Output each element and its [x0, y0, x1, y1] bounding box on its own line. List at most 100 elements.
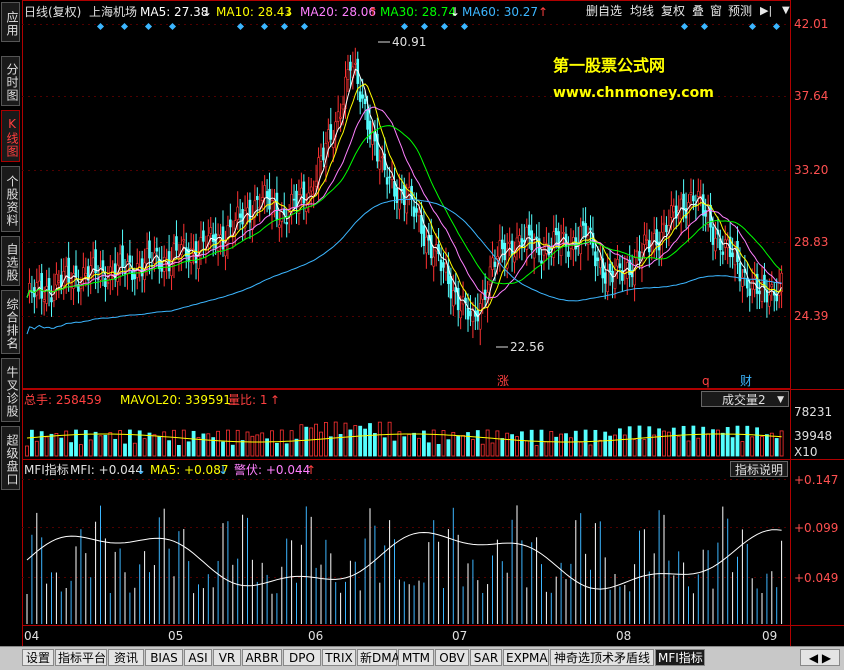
- tab-7[interactable]: DPO: [283, 649, 321, 666]
- ma10-legend: MA10: 28.43: [216, 5, 292, 19]
- svg-text:08: 08: [616, 629, 631, 643]
- tab-5[interactable]: VR: [213, 649, 241, 666]
- sidebar-item-stock-info[interactable]: 个股资料: [1, 166, 20, 232]
- svg-text:06: 06: [308, 629, 323, 643]
- sidebar-item-watchlist[interactable]: 自选股: [1, 236, 20, 286]
- volume-ma-legend: MAVOL20: 339591: [120, 393, 231, 407]
- volume-bars: [25, 421, 784, 457]
- tab-6[interactable]: ARBR: [242, 649, 282, 666]
- volume-ratio-arrow-icon: ↑: [270, 393, 280, 407]
- volume-tick: X10: [794, 445, 818, 459]
- remove-watchlist-button[interactable]: 删自选: [586, 3, 622, 19]
- overlay-button[interactable]: 叠: [692, 3, 704, 19]
- ma30-arrow-icon: ↓: [450, 5, 460, 19]
- volume-tick: 78231: [794, 405, 832, 419]
- mfi-bars: [26, 505, 783, 624]
- price-gridlines: [22, 24, 790, 578]
- event-diamond-icon[interactable]: [168, 22, 177, 31]
- tab-2[interactable]: 资讯: [108, 649, 144, 666]
- indicator-tab-bar: 设置 指标平台 资讯 BIAS ASI VR ARBR DPO TRIX 新DMA MTM OBV SA…: [0, 646, 844, 670]
- price-tick: 28.83: [794, 235, 828, 249]
- svg-text:04: 04: [24, 629, 39, 643]
- ma60-arrow-icon: ↑: [538, 5, 548, 19]
- tab-4[interactable]: ASI: [184, 649, 212, 666]
- indicator-help-button[interactable]: 指标说明: [730, 461, 788, 477]
- event-diamond-icon[interactable]: [420, 22, 429, 31]
- mfi-name: MFI指标: [24, 462, 69, 477]
- mfi-ma5-arrow-icon: ↓: [218, 463, 228, 477]
- mfi-tick: +0.049: [794, 571, 838, 585]
- tab-3[interactable]: BIAS: [145, 649, 183, 666]
- tab-scroll-arrows-icon[interactable]: ◀ ▶: [800, 649, 840, 666]
- sidebar-item-apps[interactable]: 应用: [1, 2, 20, 42]
- tab-0[interactable]: 设置: [22, 649, 54, 666]
- volume-indicator-value: 成交量2: [722, 393, 766, 407]
- sidebar-item-super-quote[interactable]: 超级盘口: [1, 426, 20, 490]
- svg-text:07: 07: [452, 629, 467, 643]
- volume-indicator-select[interactable]: 成交量2 ▼: [701, 391, 789, 407]
- collapse-panel-icon[interactable]: ▶|: [760, 3, 772, 19]
- sidebar-item-diagnosis[interactable]: 牛叉诊股: [1, 358, 20, 422]
- tab-12[interactable]: SAR: [470, 649, 502, 666]
- forecast-button[interactable]: 预测: [728, 3, 752, 19]
- high-annotation: 40.91: [378, 35, 426, 49]
- tab-9[interactable]: 新DMA: [357, 649, 400, 666]
- ma-settings-button[interactable]: 均线: [630, 3, 654, 19]
- date-axis: 04 05 06 07 08 09: [24, 629, 777, 643]
- svg-text:22.56: 22.56: [510, 340, 544, 354]
- sidebar: 应用 分时图 K线图 个股资料 自选股 综合排名 牛叉诊股 超级盘口: [0, 0, 22, 490]
- svg-text:40.91: 40.91: [392, 35, 426, 49]
- tab-14[interactable]: 神奇选顶术矛盾线: [550, 649, 654, 666]
- mfi-ma5: MA5: +0.087: [150, 463, 228, 477]
- sidebar-item-kline[interactable]: K线图: [1, 110, 20, 162]
- low-annotation: 22.56: [496, 340, 544, 354]
- ma5-arrow-icon: ↓: [202, 5, 212, 19]
- ma30-legend: MA30: 28.74: [380, 5, 456, 19]
- adjust-button[interactable]: 复权: [661, 3, 685, 19]
- volume-tick: 39948: [794, 429, 832, 443]
- chart-canvas[interactable]: 日线(复权) 上海机场 MA5: 27.38 ↓ MA10: 28.43 ↓ M…: [22, 0, 844, 648]
- svg-text:05: 05: [168, 629, 183, 643]
- price-tick: 24.39: [794, 309, 828, 323]
- mfi-tick: +0.099: [794, 521, 838, 535]
- sidebar-item-intraday[interactable]: 分时图: [1, 56, 20, 106]
- svg-text:09: 09: [762, 629, 777, 643]
- price-tick: 42.01: [794, 17, 828, 31]
- mfi-signal-arrow-icon: ↑: [306, 463, 316, 477]
- mfi-value: MFI: +0.044: [70, 463, 143, 477]
- event-diamond-icon[interactable]: [96, 22, 105, 31]
- ma20-legend: MA20: 28.06: [300, 5, 376, 19]
- ma10-arrow-icon: ↓: [284, 5, 294, 19]
- event-diamond-icon[interactable]: [300, 22, 309, 31]
- watermark-title: 第一股票公式网: [553, 56, 665, 75]
- price-tick: 37.64: [794, 89, 828, 103]
- dropdown-icon[interactable]: ▼: [782, 3, 790, 19]
- tab-8[interactable]: TRIX: [322, 649, 356, 666]
- tab-15[interactable]: MFI指标: [655, 649, 705, 666]
- window-button[interactable]: 窗: [710, 3, 722, 19]
- tab-13[interactable]: EXPMA: [503, 649, 549, 666]
- event-diamond-icon[interactable]: [120, 22, 129, 31]
- marker-q[interactable]: q: [702, 374, 710, 388]
- ma5-legend: MA5: 27.38: [140, 5, 208, 19]
- chart-frames: [22, 0, 844, 646]
- tab-11[interactable]: OBV: [435, 649, 469, 666]
- watermark-url: www.chnmoney.com: [553, 85, 714, 101]
- event-diamond-icon[interactable]: [144, 22, 153, 31]
- mfi-tick: +0.147: [794, 473, 838, 487]
- volume-ratio: 量比: 1: [228, 393, 268, 407]
- period-label: 日线(复权): [24, 5, 81, 19]
- price-tick: 33.20: [794, 163, 828, 177]
- tab-10[interactable]: MTM: [398, 649, 434, 666]
- mfi-arrow-icon: ↓: [136, 463, 146, 477]
- marker-cai[interactable]: 财: [740, 374, 752, 388]
- marker-zhang[interactable]: 涨: [497, 373, 509, 388]
- mfi-signal: 警伏: +0.044: [234, 462, 310, 477]
- ma60-legend: MA60: 30.27: [462, 5, 538, 19]
- ma20-arrow-icon: ↑: [368, 5, 378, 19]
- tab-1[interactable]: 指标平台: [55, 649, 107, 666]
- stock-name: 上海机场: [89, 4, 137, 19]
- volume-total: 总手: 258459: [24, 393, 102, 407]
- chevron-down-icon: ▼: [777, 395, 784, 405]
- sidebar-item-ranking[interactable]: 综合排名: [1, 290, 20, 354]
